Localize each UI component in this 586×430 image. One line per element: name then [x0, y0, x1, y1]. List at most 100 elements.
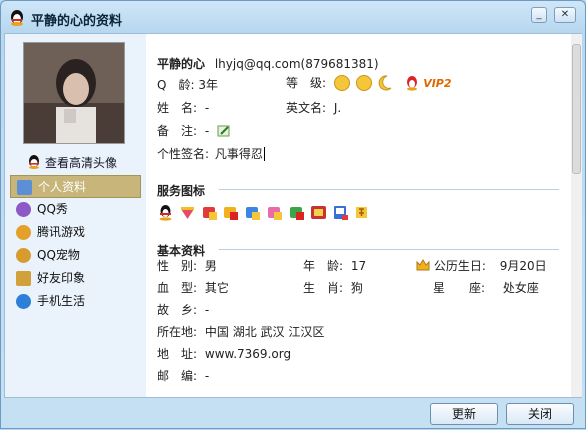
moon-level-icon	[378, 75, 391, 91]
q-age-row: Q 龄: 3年	[157, 76, 218, 93]
profile-content: 平静的心 lhyjq@qq.com(879681381) Q 龄: 3年 等 级…	[153, 44, 568, 397]
basic-info-divider	[219, 249, 559, 250]
yellow-diamond-service-icon[interactable]	[222, 204, 239, 221]
profile-window: 平静的心的资料 _ ✕ 查看高清头像 个人资料 QQ秀 腾讯游戏 QQ宠物 好友…	[0, 0, 586, 429]
minimize-button[interactable]: _	[531, 7, 547, 23]
close-window-button[interactable]: ✕	[554, 7, 576, 23]
postcode-value: -	[204, 369, 210, 383]
red-diamond-service-icon[interactable]	[201, 204, 218, 221]
crown-icon	[416, 259, 430, 271]
age-label: 年 龄:	[303, 259, 344, 273]
sidebar-item-profile[interactable]: 个人资料	[10, 175, 141, 198]
birthday-value: 9月20日	[499, 259, 547, 273]
friend-impression-icon	[16, 271, 31, 286]
blue-diamond-service-icon[interactable]	[244, 204, 261, 221]
postcode-row: 邮 编: -	[157, 367, 209, 384]
mobile-life-icon	[16, 294, 31, 309]
sidebar-item-label: 腾讯游戏	[37, 225, 86, 239]
q-age-label: Q 龄:	[157, 78, 195, 92]
signature-value[interactable]: 凡事得忍	[214, 147, 265, 161]
q-age-value: 3年	[198, 78, 218, 92]
close-button[interactable]: 关闭	[506, 403, 574, 425]
qq-penguin-icon	[11, 10, 23, 26]
sidebar-item-label: 个人资料	[38, 180, 87, 194]
window-body: 查看高清头像 个人资料 QQ秀 腾讯游戏 QQ宠物 好友印象 手机生活 平静的心…	[4, 33, 582, 398]
level-label: 等 级:	[286, 76, 327, 90]
address-row: 地 址: www.7369.org	[157, 345, 291, 362]
window-title: 平静的心的资料	[31, 14, 123, 29]
level-row: 等 级: VIP2	[286, 74, 452, 91]
address-label: 地 址:	[157, 347, 198, 361]
view-hd-avatar-label: 查看高清头像	[45, 156, 118, 170]
green-diamond-service-icon[interactable]	[288, 204, 305, 221]
location-label: 所在地:	[157, 325, 198, 339]
sidebar: 查看高清头像 个人资料 QQ秀 腾讯游戏 QQ宠物 好友印象 手机生活	[5, 34, 146, 397]
remark-value: -	[204, 124, 210, 138]
avatar[interactable]	[23, 42, 125, 144]
hometown-row: 故 乡: -	[157, 301, 209, 318]
profile-name: 平静的心	[157, 57, 206, 71]
english-name-row: 英文名: J.	[286, 99, 341, 116]
scrollbar-thumb[interactable]	[572, 44, 581, 174]
birthday-row: 公历生日: 9月20日	[416, 257, 547, 274]
surname-label: 姓 名:	[157, 101, 198, 115]
qq-show-icon	[16, 202, 31, 217]
sun-level-icon	[333, 75, 350, 91]
zodiac-row: 生 肖: 狗	[303, 279, 363, 296]
constellation-row: 星 座: 处女座	[433, 279, 539, 296]
sidebar-item-tencent-games[interactable]: 腾讯游戏	[10, 221, 141, 244]
sun-level-icon	[355, 75, 372, 91]
signature-row: 个性签名: 凡事得忍	[157, 145, 265, 162]
gender-label: 性 别:	[157, 259, 198, 273]
birthday-label: 公历生日:	[433, 259, 486, 273]
profile-header-row: 平静的心 lhyjq@qq.com(879681381)	[157, 55, 379, 72]
edit-remark-icon[interactable]	[217, 124, 231, 138]
surname-value: -	[204, 101, 210, 115]
sidebar-item-mobile-life[interactable]: 手机生活	[10, 290, 141, 313]
surname-row: 姓 名: -	[157, 99, 209, 116]
sidebar-item-qq-pet[interactable]: QQ宠物	[10, 244, 141, 267]
remark-label: 备 注:	[157, 124, 198, 138]
qq-game-service-icon[interactable]	[310, 204, 327, 221]
service-icons-row	[157, 204, 371, 221]
address-value: www.7369.org	[204, 347, 292, 361]
qq-penguin-service-icon[interactable]	[157, 204, 174, 221]
title-bar[interactable]: 平静的心的资料 _ ✕	[1, 1, 585, 33]
age-row: 年 龄: 17	[303, 257, 366, 274]
blood-type-value: 其它	[204, 281, 229, 295]
postcode-label: 邮 编:	[157, 369, 198, 383]
qq-penguin-icon	[29, 155, 39, 169]
heart-diamond-service-icon[interactable]	[179, 204, 196, 221]
constellation-value: 处女座	[502, 281, 539, 295]
age-value: 17	[350, 259, 367, 273]
sidebar-item-label: QQ宠物	[37, 248, 80, 262]
english-name-value: J.	[333, 101, 342, 115]
gender-value: 男	[204, 259, 217, 273]
constellation-label: 星 座:	[433, 281, 486, 295]
location-row: 所在地: 中国 湖北 武汉 江汉区	[157, 323, 324, 340]
vertical-scrollbar[interactable]	[571, 34, 582, 397]
sidebar-item-friend-impression[interactable]: 好友印象	[10, 267, 141, 290]
avatar-photo	[24, 43, 124, 143]
blood-type-row: 血 型: 其它	[157, 279, 229, 296]
vip-penguin-icon	[407, 76, 418, 91]
english-name-label: 英文名:	[286, 101, 327, 115]
profile-card-icon	[17, 180, 32, 195]
dialog-footer: 更新 关闭	[1, 398, 586, 430]
qq-book-service-icon[interactable]	[353, 204, 370, 221]
hometown-value: -	[204, 303, 210, 317]
profile-email-qq: lhyjq@qq.com(879681381)	[214, 57, 379, 71]
sidebar-item-label: 好友印象	[37, 271, 86, 285]
signature-label: 个性签名:	[157, 147, 210, 161]
qq-mail-service-icon[interactable]	[332, 204, 349, 221]
view-hd-avatar-link[interactable]: 查看高清头像	[27, 154, 117, 171]
remark-row: 备 注: -	[157, 122, 231, 139]
zodiac-label: 生 肖:	[303, 281, 344, 295]
location-value: 中国 湖北 武汉 江汉区	[204, 325, 325, 339]
zodiac-value: 狗	[350, 281, 363, 295]
pink-diamond-service-icon[interactable]	[266, 204, 283, 221]
sidebar-item-qq-show[interactable]: QQ秀	[10, 198, 141, 221]
sidebar-item-label: 手机生活	[37, 294, 86, 308]
refresh-button[interactable]: 更新	[430, 403, 498, 425]
blood-type-label: 血 型:	[157, 281, 198, 295]
